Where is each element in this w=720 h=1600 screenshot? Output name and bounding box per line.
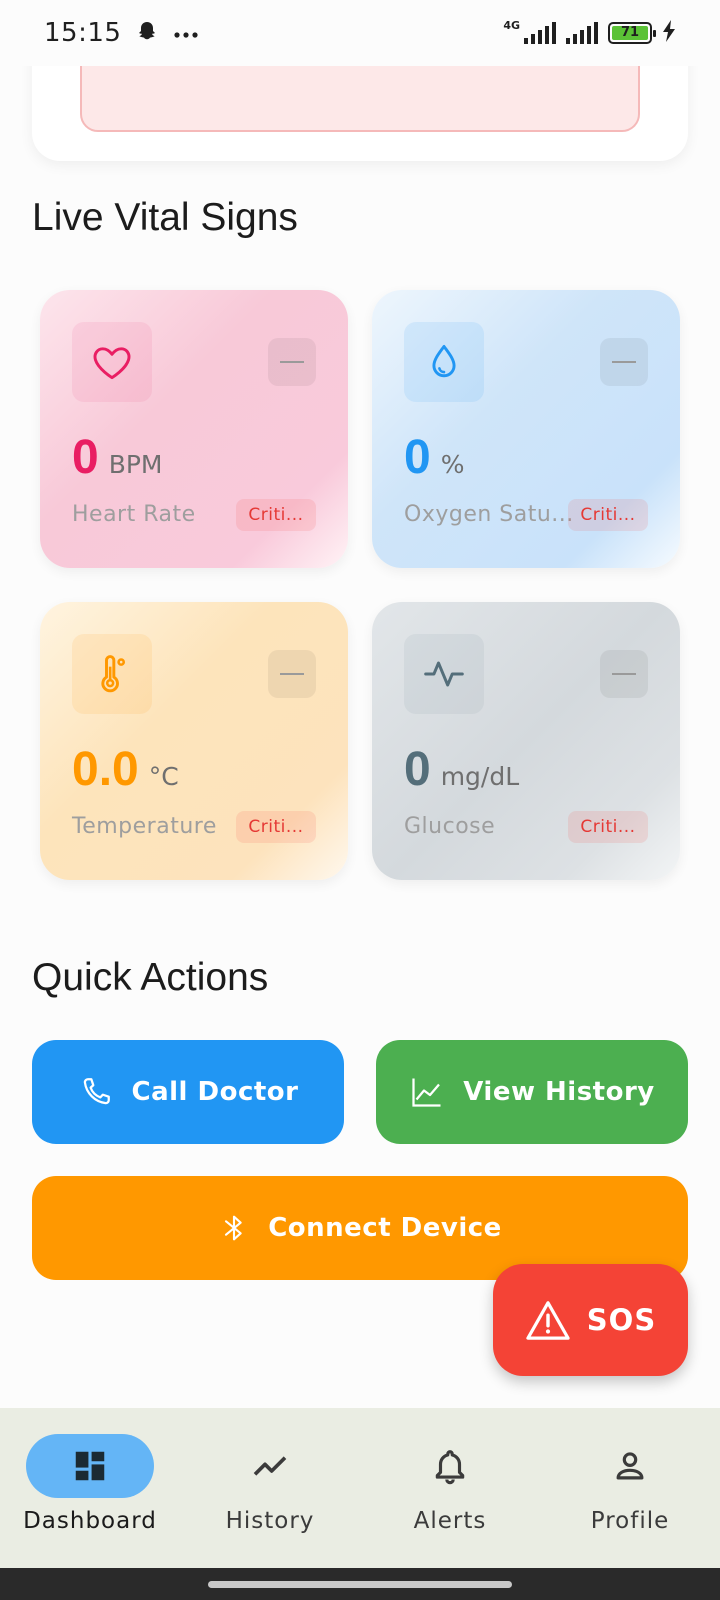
connect-device-label: Connect Device [268,1213,502,1243]
status-time: 15:15 [44,18,122,48]
temperature-card[interactable]: 0.0 °C Temperature Criti... [40,602,348,880]
signal-strength-secondary-icon [566,22,598,44]
heart-rate-card[interactable]: 0 BPM Heart Rate Criti... [40,290,348,568]
glucose-card[interactable]: 0 mg/dL Glucose Criti... [372,602,680,880]
trend-flat-icon [268,650,316,698]
glucose-value: 0 [404,743,431,796]
water-drop-icon [432,344,456,378]
nav-label-dashboard: Dashboard [23,1508,157,1534]
temperature-unit: °C [148,762,179,791]
nav-label-profile: Profile [590,1508,670,1534]
battery-icon: 71 [608,22,656,44]
bluetooth-icon [225,1215,242,1241]
call-doctor-button[interactable]: Call Doctor [32,1040,344,1144]
signal-strength-icon [524,22,556,44]
ghost-notification-icon [135,19,159,47]
dashboard-icon [75,1451,105,1481]
heart-icon [93,347,131,380]
glucose-label: Glucose [404,814,496,839]
oxygen-unit: % [440,450,465,479]
glucose-unit: mg/dL [440,762,520,791]
pulse-icon [424,661,464,687]
nav-label-alerts: Alerts [413,1508,487,1534]
temperature-status-badge: Criti... [236,811,316,843]
heart-icon-box [72,322,152,402]
temperature-value: 0.0 [72,743,139,796]
trend-flat-icon [268,338,316,386]
pulse-icon-box [404,634,484,714]
thermometer-icon-box [72,634,152,714]
nav-item-profile[interactable]: Profile [540,1434,720,1554]
phone-icon [83,1078,110,1105]
heart-rate-value: 0 [72,431,99,484]
sos-button[interactable]: SOS [493,1264,688,1376]
view-history-label: View History [463,1077,655,1107]
person-icon [616,1452,644,1480]
view-history-button[interactable]: View History [376,1040,688,1144]
home-gesture-handle[interactable] [208,1581,512,1588]
warning-icon [526,1301,570,1340]
sos-label: SOS [586,1303,657,1337]
more-notifications-icon [173,24,199,43]
battery-level: 71 [612,26,648,40]
bottom-navigation: Dashboard History Alerts Profile [0,1408,720,1568]
water-drop-icon-box [404,322,484,402]
network-type-label: 4G [503,18,520,32]
temperature-label: Temperature [72,814,217,839]
trend-icon [253,1456,287,1476]
glucose-status-badge: Criti... [568,811,648,843]
trend-flat-icon [600,650,648,698]
call-doctor-label: Call Doctor [131,1077,299,1107]
charging-icon [662,20,676,46]
nav-item-history[interactable]: History [180,1434,360,1554]
oxygen-label: Oxygen Satu... [404,502,574,527]
actions-section-title: Quick Actions [32,956,269,999]
heart-rate-status-badge: Criti... [236,499,316,531]
system-navigation-bar [0,1568,720,1600]
oxygen-value: 0 [404,431,431,484]
vitals-section-title: Live Vital Signs [32,196,298,239]
heart-rate-unit: BPM [108,450,163,479]
nav-item-alerts[interactable]: Alerts [360,1434,540,1554]
bell-icon [435,1450,465,1485]
trend-flat-icon [600,338,648,386]
nav-label-history: History [225,1508,315,1534]
oxygen-status-badge: Criti... [568,499,648,531]
line-chart-icon [412,1078,441,1107]
oxygen-saturation-card[interactable]: 0 % Oxygen Satu... Criti... [372,290,680,568]
nav-item-dashboard[interactable]: Dashboard [0,1434,180,1554]
heart-rate-label: Heart Rate [72,502,196,527]
thermometer-icon [101,655,126,693]
status-bar: 15:15 4G 71 [0,0,720,66]
